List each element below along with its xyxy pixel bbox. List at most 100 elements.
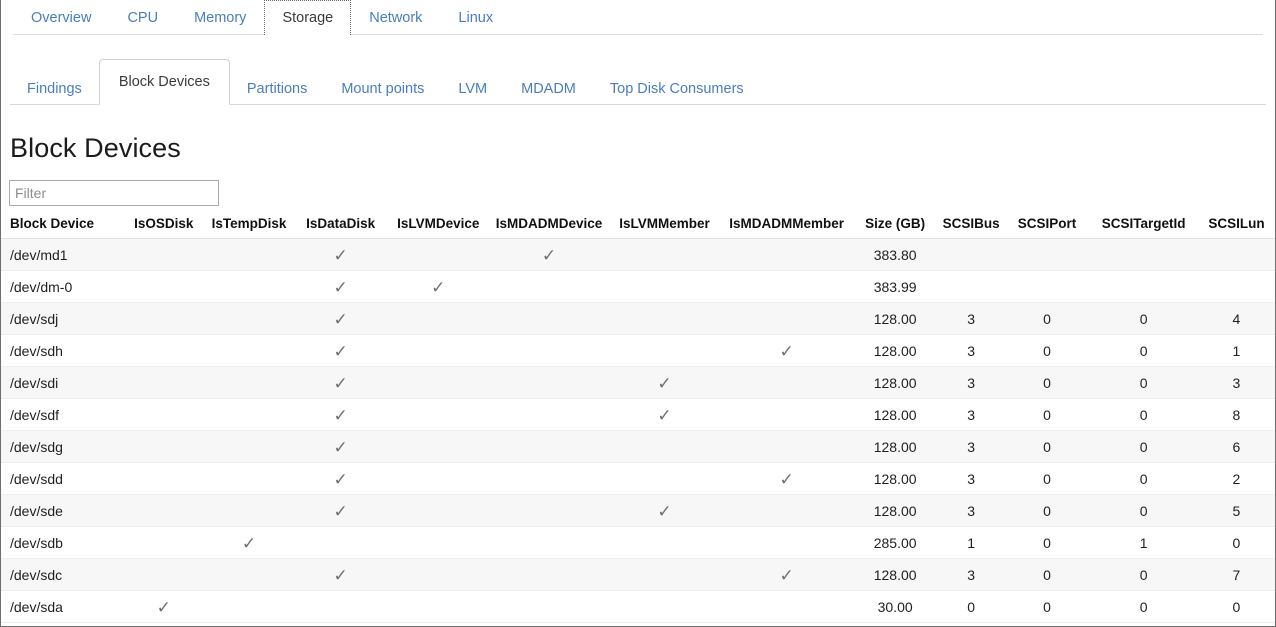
secondary-tab-top-disk-consumers[interactable]: Top Disk Consumers bbox=[593, 71, 761, 105]
column-header-size-gb[interactable]: Size (GB) bbox=[853, 216, 938, 239]
cell-scsi-lun: 3 bbox=[1198, 367, 1275, 399]
cell-scsi-target-id: 0 bbox=[1089, 431, 1198, 463]
cell-is-mdadm-member: ✓ bbox=[720, 559, 852, 591]
check-icon: ✓ bbox=[334, 375, 348, 392]
cell-scsi-port: 0 bbox=[1005, 463, 1090, 495]
cell-scsi-port: 0 bbox=[1005, 431, 1090, 463]
secondary-tab-findings[interactable]: Findings bbox=[10, 71, 99, 105]
table-row[interactable]: /dev/sdd✓✓128.003002 bbox=[1, 463, 1275, 495]
column-header-ismdadmmember[interactable]: IsMDADMMember bbox=[720, 216, 852, 239]
cell-is-lvm-device bbox=[387, 591, 489, 623]
table-row[interactable]: /dev/md1✓✓383.80 bbox=[1, 239, 1275, 271]
secondary-tab-mount-points[interactable]: Mount points bbox=[324, 71, 441, 105]
secondary-tab-lvm[interactable]: LVM bbox=[441, 71, 504, 105]
table-row[interactable]: /dev/sde✓✓128.003005 bbox=[1, 495, 1275, 527]
cell-is-lvm-device bbox=[387, 431, 489, 463]
table-row[interactable]: /dev/sdf✓✓128.003008 bbox=[1, 399, 1275, 431]
cell-is-temp-disk bbox=[204, 303, 294, 335]
cell-is-temp-disk bbox=[204, 367, 294, 399]
check-icon: ✓ bbox=[334, 343, 348, 360]
column-header-istempdisk[interactable]: IsTempDisk bbox=[204, 216, 294, 239]
cell-is-temp-disk bbox=[204, 559, 294, 591]
cell-block-device: /dev/sdh bbox=[1, 335, 124, 367]
check-icon: ✓ bbox=[334, 279, 348, 296]
cell-scsi-bus: 3 bbox=[937, 495, 1004, 527]
cell-size-gb: 128.00 bbox=[853, 303, 938, 335]
cell-is-mdadm-device bbox=[489, 335, 608, 367]
primary-tab-cpu[interactable]: CPU bbox=[109, 0, 176, 35]
cell-scsi-port bbox=[1005, 271, 1090, 303]
table-row[interactable]: /dev/sdi✓✓128.003003 bbox=[1, 367, 1275, 399]
cell-is-os-disk bbox=[124, 399, 204, 431]
cell-is-mdadm-member: ✓ bbox=[720, 463, 852, 495]
cell-is-mdadm-member bbox=[720, 495, 852, 527]
cell-block-device: /dev/dm-0 bbox=[1, 271, 124, 303]
cell-block-device: /dev/sdd bbox=[1, 463, 124, 495]
cell-scsi-lun: 4 bbox=[1198, 303, 1275, 335]
column-header-isdatadisk[interactable]: IsDataDisk bbox=[294, 216, 387, 239]
cell-is-os-disk bbox=[124, 495, 204, 527]
filter-input[interactable] bbox=[9, 180, 219, 206]
column-header-islvmmember[interactable]: IsLVMMember bbox=[609, 216, 721, 239]
table-header-row: Block DeviceIsOSDiskIsTempDiskIsDataDisk… bbox=[1, 216, 1275, 239]
app-window: OverviewCPUMemoryStorageNetworkLinux Fin… bbox=[0, 0, 1276, 627]
check-icon: ✓ bbox=[157, 599, 171, 616]
cell-scsi-lun bbox=[1198, 239, 1275, 271]
cell-block-device: /dev/md1 bbox=[1, 239, 124, 271]
cell-scsi-bus: 0 bbox=[937, 591, 1004, 623]
primary-tab-bar: OverviewCPUMemoryStorageNetworkLinux bbox=[1, 0, 1275, 35]
table-row[interactable]: /dev/sdg✓128.003006 bbox=[1, 431, 1275, 463]
cell-scsi-lun: 6 bbox=[1198, 431, 1275, 463]
cell-is-temp-disk bbox=[204, 239, 294, 271]
table-row[interactable]: /dev/sdb✓285.001010 bbox=[1, 527, 1275, 559]
primary-tab-memory[interactable]: Memory bbox=[176, 0, 264, 35]
cell-size-gb: 128.00 bbox=[853, 495, 938, 527]
column-header-ismdadmdevice[interactable]: IsMDADMDevice bbox=[489, 216, 608, 239]
cell-is-data-disk: ✓ bbox=[294, 495, 387, 527]
cell-is-mdadm-member bbox=[720, 399, 852, 431]
cell-is-lvm-device bbox=[387, 527, 489, 559]
cell-is-mdadm-member bbox=[720, 239, 852, 271]
table-row[interactable]: /dev/sda✓30.000000 bbox=[1, 591, 1275, 623]
column-header-block-device[interactable]: Block Device bbox=[1, 216, 124, 239]
column-header-islvmdevice[interactable]: IsLVMDevice bbox=[387, 216, 489, 239]
cell-scsi-bus bbox=[937, 271, 1004, 303]
secondary-tab-mdadm[interactable]: MDADM bbox=[504, 71, 593, 105]
primary-tab-storage[interactable]: Storage bbox=[264, 0, 351, 35]
table-row[interactable]: /dev/sdc✓✓128.003007 bbox=[1, 559, 1275, 591]
primary-tab-overview[interactable]: Overview bbox=[13, 0, 109, 35]
column-header-scsitargetid[interactable]: SCSITargetId bbox=[1089, 216, 1198, 239]
cell-is-lvm-member bbox=[609, 239, 721, 271]
cell-scsi-port: 0 bbox=[1005, 399, 1090, 431]
cell-is-mdadm-device bbox=[489, 495, 608, 527]
check-icon: ✓ bbox=[657, 503, 671, 520]
column-header-isosdisk[interactable]: IsOSDisk bbox=[124, 216, 204, 239]
cell-size-gb: 128.00 bbox=[853, 463, 938, 495]
check-icon: ✓ bbox=[779, 471, 793, 488]
cell-is-lvm-device: ✓ bbox=[387, 271, 489, 303]
cell-is-lvm-member bbox=[609, 303, 721, 335]
primary-tab-network[interactable]: Network bbox=[351, 0, 440, 35]
cell-is-lvm-member bbox=[609, 559, 721, 591]
page-title: Block Devices bbox=[1, 105, 1275, 162]
cell-is-lvm-member bbox=[609, 527, 721, 559]
primary-tab-linux[interactable]: Linux bbox=[440, 0, 511, 35]
cell-is-data-disk: ✓ bbox=[294, 399, 387, 431]
secondary-tab-partitions[interactable]: Partitions bbox=[230, 71, 324, 105]
table-row[interactable]: /dev/sdh✓✓128.003001 bbox=[1, 335, 1275, 367]
table-row[interactable]: /dev/sdj✓128.003004 bbox=[1, 303, 1275, 335]
column-header-scsiport[interactable]: SCSIPort bbox=[1005, 216, 1090, 239]
column-header-scsilun[interactable]: SCSILun bbox=[1198, 216, 1275, 239]
cell-is-mdadm-member bbox=[720, 431, 852, 463]
cell-is-lvm-member bbox=[609, 463, 721, 495]
cell-scsi-lun: 5 bbox=[1198, 495, 1275, 527]
cell-is-data-disk: ✓ bbox=[294, 367, 387, 399]
cell-is-lvm-member: ✓ bbox=[609, 399, 721, 431]
secondary-tab-block-devices[interactable]: Block Devices bbox=[99, 59, 230, 105]
table-row[interactable]: /dev/dm-0✓✓383.99 bbox=[1, 271, 1275, 303]
cell-is-temp-disk bbox=[204, 399, 294, 431]
cell-scsi-bus: 1 bbox=[937, 527, 1004, 559]
cell-scsi-port: 0 bbox=[1005, 527, 1090, 559]
table-header: Block DeviceIsOSDiskIsTempDiskIsDataDisk… bbox=[1, 216, 1275, 239]
column-header-scsibus[interactable]: SCSIBus bbox=[937, 216, 1004, 239]
